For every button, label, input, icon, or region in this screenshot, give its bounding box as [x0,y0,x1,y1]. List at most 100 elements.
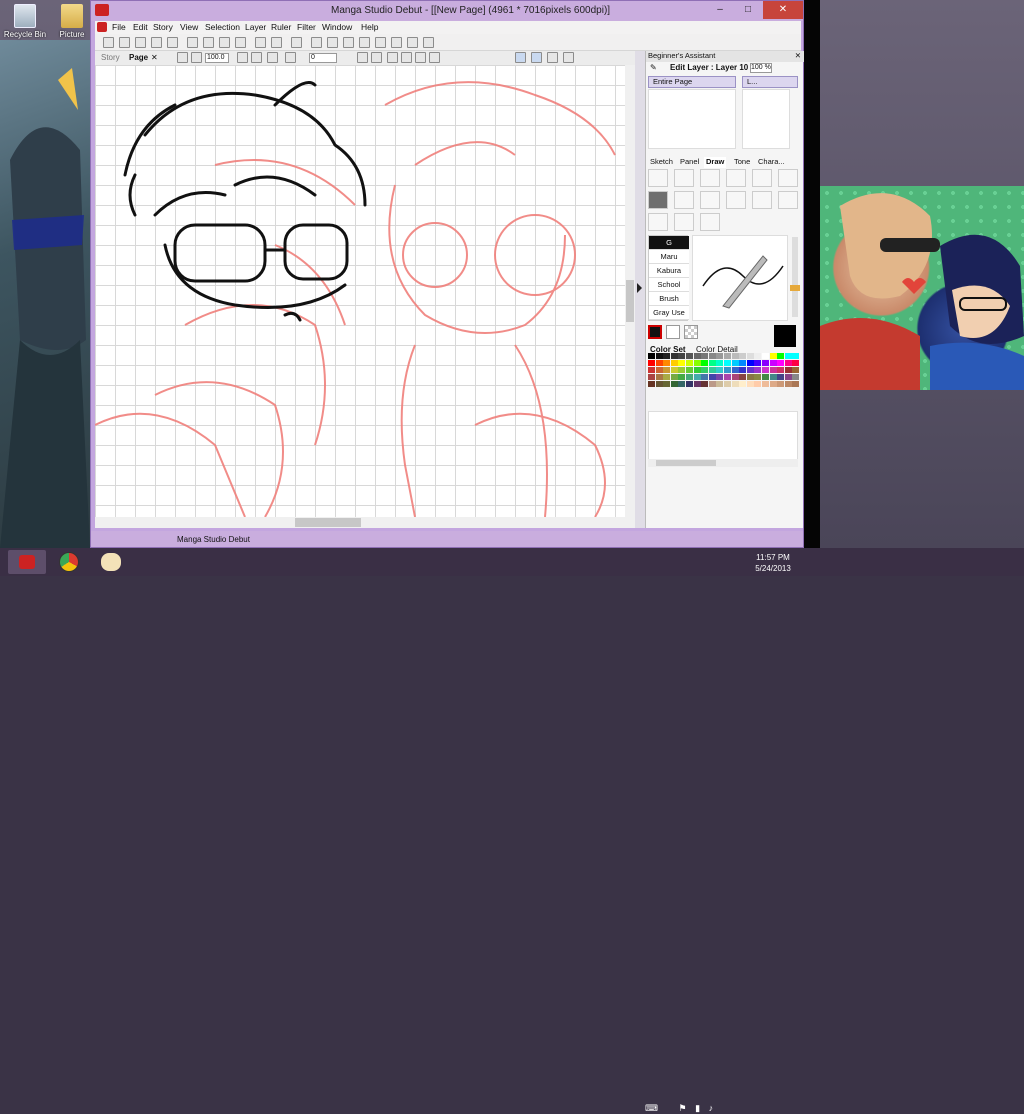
color-swatch[interactable] [739,374,747,380]
color-swatch[interactable] [739,360,747,366]
desktop-icon-recycle-bin[interactable]: Recycle Bin [2,4,48,39]
color-swatch[interactable] [663,360,671,366]
color-swatch[interactable] [655,353,663,359]
color-swatch[interactable] [648,360,655,366]
color-swatch[interactable] [716,353,724,359]
color-swatch[interactable] [792,381,800,387]
color-swatch[interactable] [769,360,777,366]
layer-list[interactable] [648,89,736,149]
panel-scroll-thumb[interactable] [656,460,716,466]
menu-layer[interactable]: Layer [245,22,266,32]
window-titlebar[interactable]: Manga Studio Debut - [[New Page] (4961 *… [91,1,803,21]
guide-icon[interactable] [429,52,440,63]
color-swatch[interactable] [777,367,785,373]
layout-icon-4[interactable] [359,37,370,48]
color-swatch[interactable] [701,367,709,373]
color-swatch[interactable] [754,360,762,366]
color-swatch[interactable] [708,367,716,373]
tab-page[interactable]: Page [129,53,148,62]
scope-dropdown[interactable]: Entire Page [648,76,736,88]
close-doc-icon[interactable] [167,37,178,48]
color-swatch[interactable] [754,367,762,373]
minimize-button[interactable]: – [707,1,733,19]
color-swatch[interactable] [716,381,724,387]
horizontal-scroll-thumb[interactable] [295,518,361,527]
marquee-tool-icon[interactable] [648,169,668,187]
tab-tone[interactable]: Tone [732,157,752,168]
dot-tool-icon[interactable] [648,213,668,231]
layout-icon-6[interactable] [391,37,402,48]
color-swatch[interactable] [746,381,754,387]
color-swatch[interactable] [731,360,739,366]
pen-tool-icon[interactable] [515,52,526,63]
flip-horizontal-icon[interactable] [357,52,368,63]
color-swatch[interactable] [693,360,701,366]
color-swatch[interactable] [670,381,678,387]
color-swatch[interactable] [777,360,785,366]
layout-icon-1[interactable] [311,37,322,48]
color-swatch[interactable] [784,353,792,359]
tone-tool-icon[interactable] [674,213,694,231]
close-button[interactable]: ✕ [763,1,803,19]
panel-divider[interactable] [635,51,645,528]
canvas-vertical-scrollbar[interactable] [625,65,635,528]
collapse-arrow-icon[interactable] [637,283,642,293]
color-swatch[interactable] [792,353,800,359]
maximize-button[interactable]: □ [735,1,761,19]
color-swatch[interactable] [762,353,769,359]
print-icon[interactable] [291,37,302,48]
wand-tool-icon[interactable] [700,169,720,187]
color-swatch[interactable] [777,353,785,359]
menu-filter[interactable]: Filter [297,22,316,32]
new-icon[interactable] [103,37,114,48]
color-swatch[interactable] [693,374,701,380]
manga-studio-icon[interactable] [8,550,46,574]
volume-icon[interactable]: ♪ [709,1103,714,1113]
color-swatch[interactable] [739,353,747,359]
new-story-icon[interactable] [119,37,130,48]
tab-close-icon[interactable]: ✕ [151,53,158,62]
color-swatch[interactable] [716,367,724,373]
color-swatch[interactable] [648,367,655,373]
open-icon[interactable] [135,37,146,48]
color-swatch[interactable] [648,374,655,380]
color-swatch[interactable] [724,353,731,359]
grid-icon[interactable] [387,52,398,63]
color-swatch[interactable] [708,381,716,387]
color-swatch[interactable] [746,360,754,366]
brush-g[interactable]: G [649,236,689,250]
color-swatch[interactable] [731,374,739,380]
layout-icon-8[interactable] [423,37,434,48]
color-swatch[interactable] [678,353,686,359]
fit-page-icon[interactable] [177,52,188,63]
color-palette[interactable] [648,353,802,409]
color-swatch[interactable] [784,381,792,387]
copy-icon[interactable] [203,37,214,48]
color-swatch[interactable] [739,367,747,373]
redo-icon[interactable] [271,37,282,48]
clock[interactable]: 11:57 PM 5/24/2013 [753,552,793,574]
pencil-tool-icon[interactable] [674,191,694,209]
color-swatch[interactable] [724,381,731,387]
color-swatch[interactable] [762,374,769,380]
paste-icon[interactable] [219,37,230,48]
color-swatch[interactable] [686,381,693,387]
color-swatch[interactable] [746,367,754,373]
color-swatch[interactable] [754,374,762,380]
rotate-right-icon[interactable] [267,52,278,63]
color-swatch[interactable] [678,367,686,373]
color-swatch[interactable] [708,360,716,366]
tab-story[interactable]: Story [101,53,120,62]
rotate-left-icon[interactable] [251,52,262,63]
tab-sketch[interactable]: Sketch [648,157,675,168]
color-swatch[interactable] [663,367,671,373]
sub-color-swatch[interactable] [666,325,680,339]
brush-school[interactable]: School [649,278,689,292]
color-swatch[interactable] [678,374,686,380]
menu-story[interactable]: Story [153,22,173,32]
color-swatch[interactable] [670,360,678,366]
color-swatch[interactable] [777,374,785,380]
color-swatch[interactable] [762,381,769,387]
flip-vertical-icon[interactable] [371,52,382,63]
color-swatch[interactable] [655,367,663,373]
